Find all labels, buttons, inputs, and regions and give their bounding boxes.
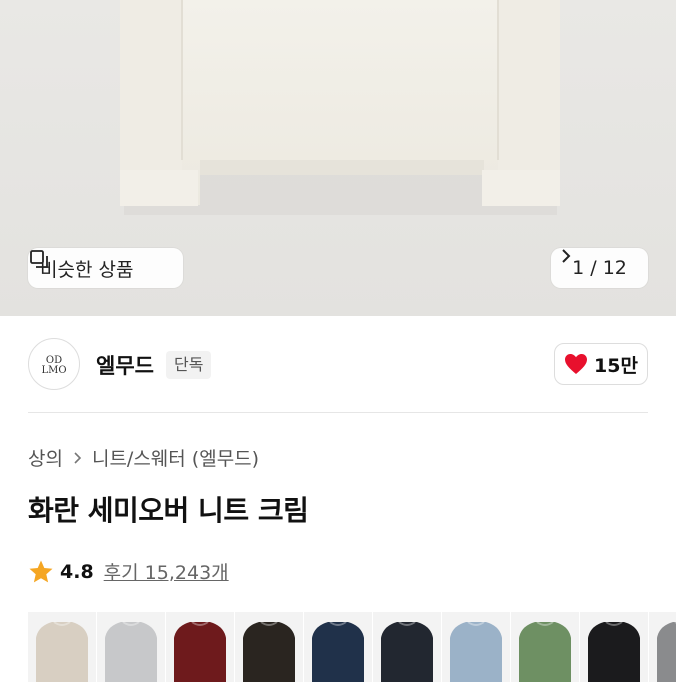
swatch-sweater [174,621,226,682]
color-swatch-navy[interactable] [304,612,372,682]
svg-text:LMO: LMO [41,365,66,376]
rating-row: 4.8 후기 15,243개 [28,558,229,585]
color-swatch-black[interactable] [580,612,648,682]
product-title: 화란 세미오버 니트 크림 [28,494,309,527]
swatch-sweater [381,621,433,682]
color-swatch-dark-navy[interactable] [373,612,441,682]
breadcrumb: 상의 니트/스웨터 (엘무드) [28,444,259,471]
similar-products-button[interactable]: 비슷한 상품 [28,248,183,288]
color-swatch-sky-blue[interactable] [442,612,510,682]
divider [28,412,648,413]
color-swatch-green[interactable] [511,612,579,682]
swatch-sweater [588,621,640,682]
breadcrumb-subcategory[interactable]: 니트/스웨터 (엘무드) [92,444,259,471]
breadcrumb-category[interactable]: 상의 [28,444,63,471]
brand-name[interactable]: 엘무드 [96,350,154,380]
chevron-right-icon [74,451,82,464]
brand-logo-mark: OD LMO [41,355,66,376]
swatch-sweater [519,621,571,682]
swatch-sweater [36,621,88,682]
product-image[interactable]: 비슷한 상품 1 / 12 [0,0,676,316]
reviews-link[interactable]: 후기 15,243개 [104,558,229,585]
color-swatch-black-brown[interactable] [235,612,303,682]
star-icon [29,560,53,582]
similar-icon [30,250,48,268]
color-swatches [28,612,676,682]
similar-products-label: 비슷한 상품 [40,258,134,281]
brand-logo[interactable]: OD LMO [28,338,80,390]
color-swatch-burgundy[interactable] [166,612,234,682]
swatch-sweater [450,621,502,682]
swatch-sweater [105,621,157,682]
rating-score: 4.8 [60,560,94,583]
chevron-right-icon [562,249,571,263]
exclusive-badge: 단독 [166,351,212,379]
color-swatch-gray[interactable] [649,612,676,682]
color-swatch-light-gray[interactable] [97,612,165,682]
heart-icon [565,354,588,374]
like-count: 15만 [594,354,638,377]
image-counter-button[interactable]: 1 / 12 [551,248,648,288]
image-counter: 1 / 12 [572,257,627,279]
color-swatch-beige[interactable] [28,612,96,682]
swatch-sweater [243,621,295,682]
brand-row: OD LMO 엘무드 단독 15만 [0,316,676,412]
swatch-sweater [657,621,676,682]
like-button[interactable]: 15만 [554,343,648,385]
swatch-sweater [312,621,364,682]
